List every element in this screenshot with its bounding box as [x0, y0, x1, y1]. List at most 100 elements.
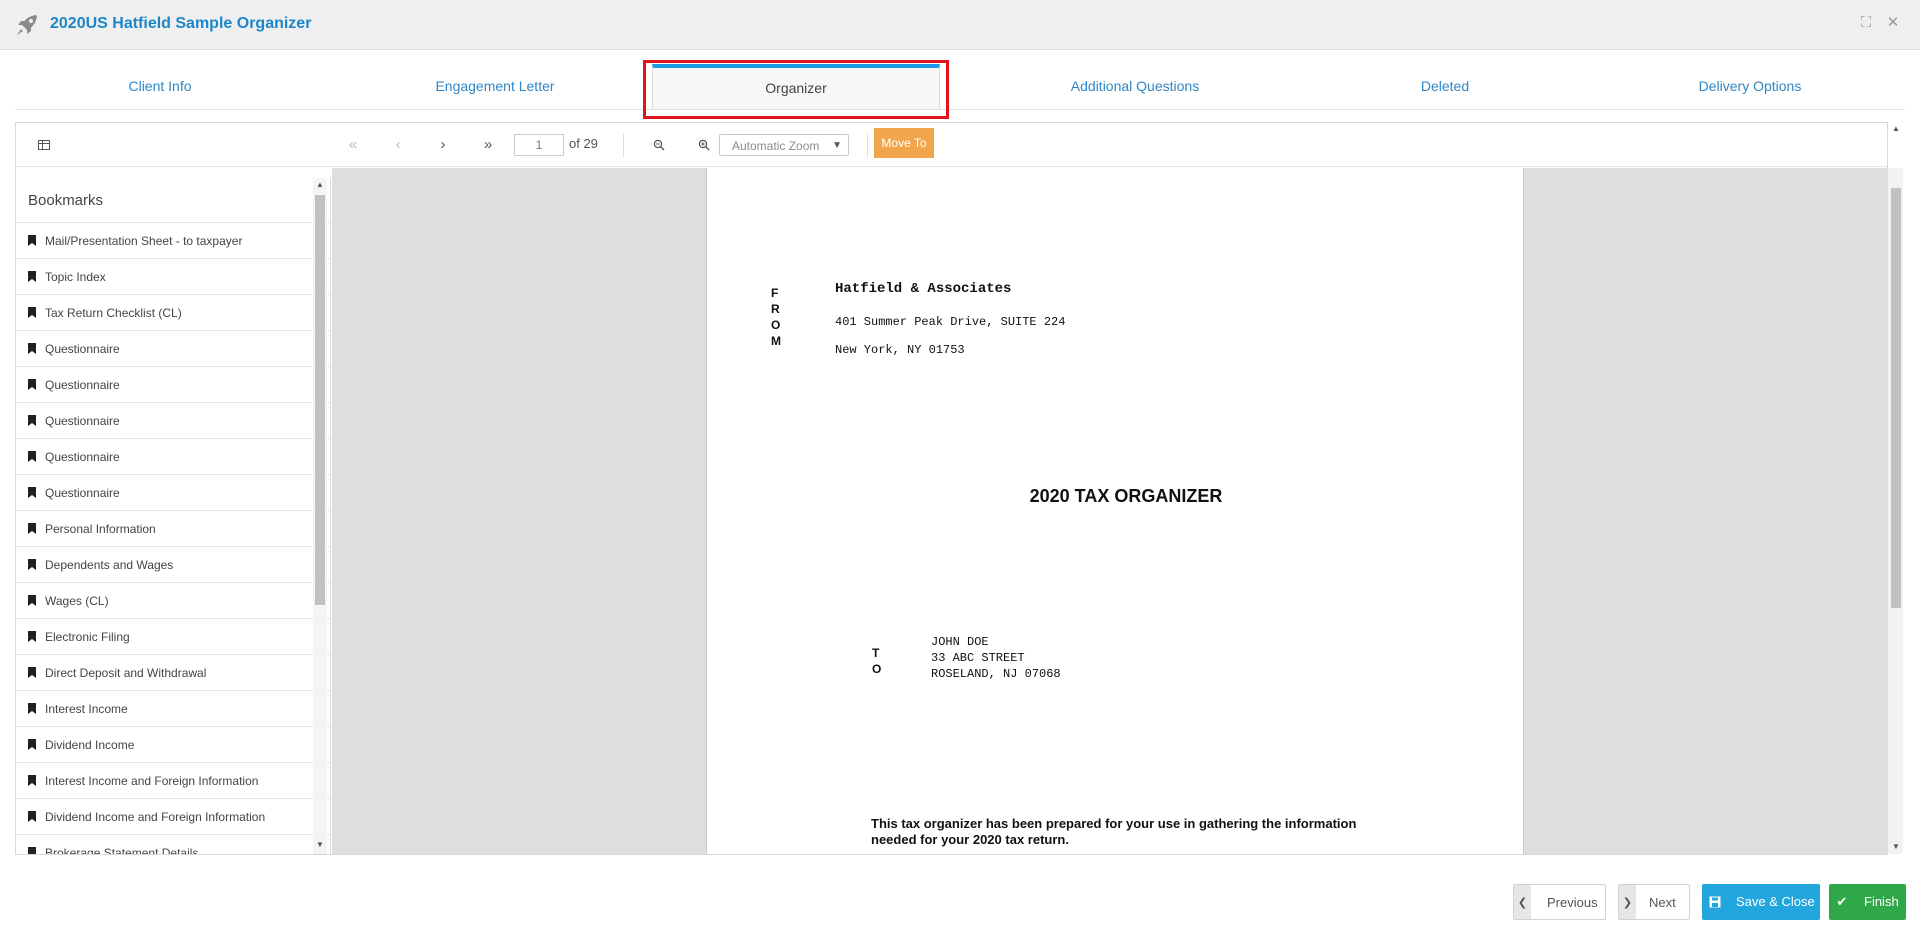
bookmark-label: Dependents and Wages	[45, 558, 174, 572]
bookmarks-list: Mail/Presentation Sheet - to taxpayer Top…	[16, 223, 330, 854]
first-page-button[interactable]: «	[342, 135, 364, 155]
from-letter: O	[771, 318, 781, 332]
bookmark-icon	[28, 811, 36, 822]
bookmark-icon	[28, 307, 36, 318]
bookmark-item[interactable]: Interest Income and Foreign Information	[16, 763, 330, 799]
page-number-input[interactable]: 1	[514, 134, 564, 156]
last-page-button[interactable]: »	[477, 135, 499, 155]
bookmark-item[interactable]: Electronic Filing	[16, 619, 330, 655]
scroll-down-icon[interactable]: ▼	[313, 838, 327, 852]
bookmark-label: Personal Information	[45, 522, 156, 536]
recipient-line: ROSELAND, NJ 07068	[931, 667, 1061, 681]
bookmark-label: Wages (CL)	[45, 594, 109, 608]
intro-line: needed for your 2020 tax return.	[871, 832, 1069, 847]
previous-button[interactable]: ❮ Previous	[1513, 884, 1606, 920]
zoom-select[interactable]: Automatic Zoom ▼	[719, 134, 849, 156]
toolbar-divider	[623, 133, 624, 157]
from-letter: M	[771, 334, 781, 348]
scrollbar-thumb[interactable]	[315, 195, 325, 605]
tab-engagement-letter[interactable]: Engagement Letter	[335, 62, 655, 110]
bookmark-item[interactable]: Brokerage Statement Details	[16, 835, 330, 854]
intro-line: This tax organizer has been prepared for…	[871, 816, 1357, 831]
pdf-page: F R O M Hatfield & Associates 401 Summer…	[706, 168, 1524, 854]
bookmark-item[interactable]: Questionnaire	[16, 367, 330, 403]
firm-address-line: 401 Summer Peak Drive, SUITE 224	[835, 315, 1066, 329]
bookmark-item[interactable]: Dependents and Wages	[16, 547, 330, 583]
bookmark-item[interactable]: Wages (CL)	[16, 583, 330, 619]
tab-deleted[interactable]: Deleted	[1295, 62, 1595, 110]
bookmark-item[interactable]: Topic Index	[16, 259, 330, 295]
recipient-line: JOHN DOE	[931, 635, 989, 649]
next-page-button[interactable]: ›	[432, 135, 454, 155]
bookmark-label: Mail/Presentation Sheet - to taxpayer	[45, 234, 243, 248]
rocket-icon	[14, 12, 40, 38]
chevron-down-icon: ▼	[832, 140, 842, 151]
finish-label: Finish	[1864, 894, 1899, 909]
bookmark-icon	[28, 703, 36, 714]
from-letter: R	[771, 302, 780, 316]
scroll-up-icon[interactable]: ▲	[313, 178, 327, 192]
zoom-out-icon[interactable]	[648, 135, 670, 155]
bookmark-item[interactable]: Questionnaire	[16, 439, 330, 475]
tab-delivery-options[interactable]: Delivery Options	[1595, 62, 1905, 110]
bookmark-label: Questionnaire	[45, 378, 120, 392]
bookmark-icon	[28, 847, 36, 854]
next-button-label: Next	[1649, 895, 1676, 910]
step-tabs: Client Info Engagement Letter Organizer …	[15, 62, 1905, 110]
bookmark-icon	[28, 667, 36, 678]
bookmark-icon	[28, 631, 36, 642]
page-scrollbar[interactable]: ▲ ▼	[1890, 122, 1905, 855]
pdf-viewer: « ‹ › » 1 of 29 Automatic Zoom ▼ Move To…	[15, 122, 1903, 855]
save-close-label: Save & Close	[1736, 894, 1815, 909]
sidebar-toggle-icon[interactable]	[33, 135, 55, 155]
save-close-button[interactable]: Save & Close	[1702, 884, 1820, 920]
highlight-box	[643, 60, 949, 119]
to-letter: O	[872, 662, 882, 676]
footer-bar: ❮ Previous ❯ Next Save & Close ✔ Finish	[0, 868, 1920, 937]
bookmark-item[interactable]: Questionnaire	[16, 403, 330, 439]
bookmark-item[interactable]: Mail/Presentation Sheet - to taxpayer	[16, 223, 330, 259]
finish-button[interactable]: ✔ Finish	[1829, 884, 1906, 920]
zoom-in-icon[interactable]	[693, 135, 715, 155]
document-canvas: F R O M Hatfield & Associates 401 Summer…	[332, 168, 1903, 854]
recipient-line: 33 ABC STREET	[931, 651, 1025, 665]
bookmark-icon	[28, 595, 36, 606]
toolbar-divider	[867, 133, 868, 157]
previous-page-button[interactable]: ‹	[387, 135, 409, 155]
bookmark-item[interactable]: Dividend Income and Foreign Information	[16, 799, 330, 835]
bookmark-item[interactable]: Questionnaire	[16, 475, 330, 511]
scroll-up-icon[interactable]: ▲	[1892, 124, 1900, 133]
chevron-right-icon: ❯	[1619, 885, 1636, 919]
bookmark-label: Questionnaire	[45, 450, 120, 464]
maximize-icon[interactable]: ⛶	[1857, 14, 1875, 32]
close-icon[interactable]: ✕	[1884, 14, 1902, 32]
bookmark-item[interactable]: Dividend Income	[16, 727, 330, 763]
bookmark-item[interactable]: Interest Income	[16, 691, 330, 727]
bookmark-icon	[28, 739, 36, 750]
bookmark-icon	[28, 415, 36, 426]
intro-paragraph: This tax organizer has been prepared for…	[871, 816, 1391, 848]
bookmarks-panel: Bookmarks Mail/Presentation Sheet - to t…	[16, 178, 331, 854]
from-letter: F	[771, 286, 779, 300]
tab-client-info[interactable]: Client Info	[15, 62, 305, 110]
page-count: of 29	[569, 136, 598, 151]
bookmark-item[interactable]: Personal Information	[16, 511, 330, 547]
to-label: T O	[872, 645, 881, 677]
bookmark-icon	[28, 523, 36, 534]
scroll-down-icon[interactable]: ▼	[1892, 842, 1900, 851]
bookmark-icon	[28, 271, 36, 282]
move-to-button[interactable]: Move To	[874, 128, 934, 158]
next-button[interactable]: ❯ Next	[1618, 884, 1690, 920]
bookmark-label: Dividend Income and Foreign Information	[45, 810, 266, 824]
viewer-toolbar: « ‹ › » 1 of 29 Automatic Zoom ▼ Move To	[16, 123, 1887, 167]
bookmark-item[interactable]: Direct Deposit and Withdrawal	[16, 655, 330, 691]
bookmark-icon	[28, 235, 36, 246]
bookmark-label: Topic Index	[45, 270, 106, 284]
bookmark-icon	[28, 559, 36, 570]
bookmark-item[interactable]: Questionnaire	[16, 331, 330, 367]
tab-additional-questions[interactable]: Additional Questions	[975, 62, 1295, 110]
to-letter: T	[872, 646, 880, 660]
bookmarks-scrollbar[interactable]: ▲ ▼	[313, 178, 327, 854]
bookmark-item[interactable]: Tax Return Checklist (CL)	[16, 295, 330, 331]
bookmark-label: Interest Income	[45, 702, 128, 716]
